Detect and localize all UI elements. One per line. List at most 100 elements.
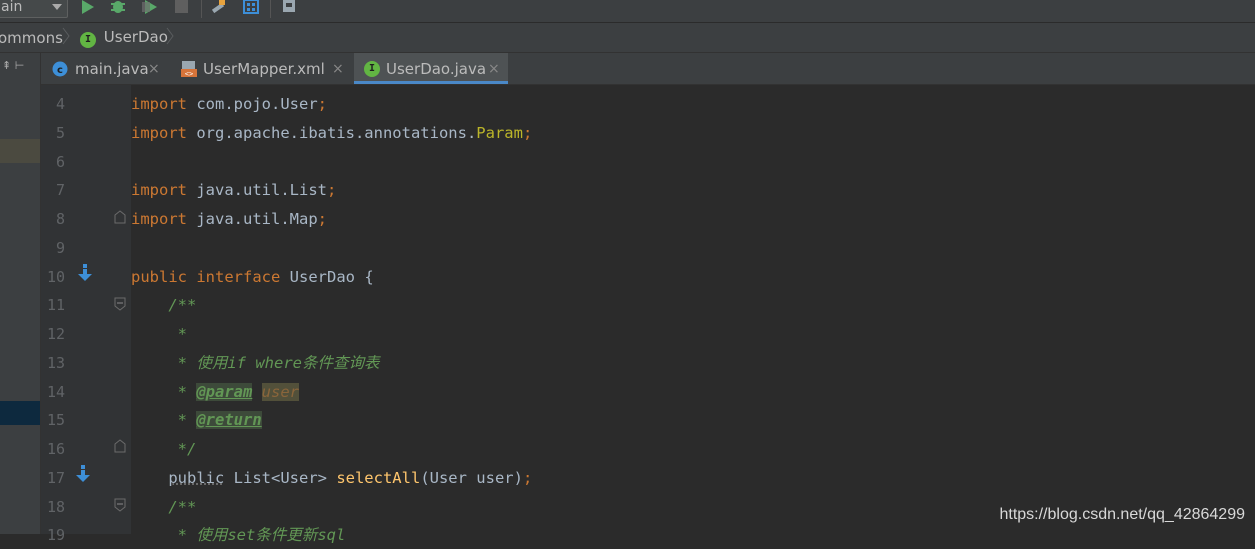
- active-tab-indicator: [354, 81, 508, 84]
- line-number: 10: [46, 268, 65, 286]
- breadcrumb-item-label: UserDao: [103, 28, 168, 46]
- stop-icon[interactable]: [174, 0, 190, 14]
- tab-usermapper-xml[interactable]: <> UserMapper.xml ×: [171, 53, 351, 84]
- code-line-18: /**: [131, 498, 197, 516]
- tab-label: main.java: [75, 60, 149, 78]
- fold-marker-icon[interactable]: [114, 439, 126, 453]
- line-number: 15: [46, 411, 65, 429]
- code-line-12: *: [131, 325, 187, 343]
- breadcrumb-separator-icon: [166, 27, 174, 45]
- implemented-by-icon[interactable]: [75, 465, 91, 483]
- close-icon[interactable]: ×: [332, 61, 344, 77]
- tab-main-java[interactable]: c main.java ×: [41, 53, 167, 84]
- main-toolbar: ain: [0, 0, 1255, 23]
- method-name: selectAll: [336, 469, 421, 487]
- semicolon: ;: [522, 469, 533, 487]
- interface-icon: I: [80, 32, 96, 48]
- close-icon[interactable]: ×: [488, 61, 500, 77]
- tab-label: UserMapper.xml: [203, 60, 325, 78]
- line-number: 9: [55, 239, 65, 257]
- watermark-url: https://blog.csdn.net/qq_42864299: [999, 506, 1245, 523]
- interface-icon: I: [364, 61, 380, 77]
- code-line-16: */: [131, 440, 197, 458]
- project-tool-window: ⇞ ⊢: [0, 53, 41, 534]
- run-icon[interactable]: [80, 0, 96, 14]
- line-number: 7: [55, 181, 65, 199]
- doc-prefix: *: [131, 383, 197, 401]
- method-params: (User user): [420, 469, 523, 487]
- fold-marker-icon[interactable]: [114, 297, 126, 311]
- sdk-icon[interactable]: [281, 0, 297, 14]
- code-line-4: import com.pojo.User;: [131, 90, 327, 118]
- line-number: 19: [46, 526, 65, 544]
- project-tree-highlight-row[interactable]: [0, 401, 40, 425]
- code-line-17: public List<User> selectAll(User user);: [131, 464, 532, 492]
- toolbar-separator: [270, 0, 271, 18]
- chevron-down-icon: [52, 4, 62, 10]
- tab-userdao-java[interactable]: I UserDao.java ×: [354, 53, 508, 84]
- semicolon: ;: [317, 210, 327, 228]
- code-line-5: import org.apache.ibatis.annotations.Par…: [131, 119, 532, 147]
- close-icon[interactable]: ×: [148, 61, 160, 77]
- package-path: com.pojo.User: [187, 95, 318, 113]
- java-class-icon: c: [52, 61, 68, 77]
- line-number: 12: [46, 325, 65, 343]
- code-line-14: * @param user: [131, 378, 299, 406]
- run-configuration-label: ain: [1, 0, 23, 15]
- project-tree-selected-row[interactable]: [0, 139, 40, 163]
- panel-controls[interactable]: ⇞ ⊢: [2, 59, 24, 72]
- code-line-10: public interface UserDao {: [131, 263, 374, 291]
- line-number: 8: [55, 210, 65, 228]
- code-line-19: * 使用set条件更新sql: [131, 526, 346, 544]
- svg-text:<>: <>: [185, 70, 193, 78]
- keyword: import: [131, 95, 187, 113]
- build-icon[interactable]: [211, 0, 227, 14]
- line-number: 5: [55, 124, 65, 142]
- implemented-by-icon[interactable]: [77, 264, 93, 282]
- tab-label: UserDao.java: [386, 60, 487, 78]
- xml-file-icon: <>: [181, 61, 197, 78]
- line-number: 4: [55, 95, 65, 113]
- keyword: import: [131, 181, 187, 199]
- doc-prefix: *: [131, 411, 197, 429]
- line-number: 14: [46, 383, 65, 401]
- fold-marker-icon[interactable]: [114, 498, 126, 512]
- code-line-13: * 使用if where条件查询表: [131, 354, 380, 372]
- coverage-icon[interactable]: [142, 0, 158, 14]
- redundant-modifier[interactable]: public: [168, 469, 224, 487]
- breadcrumb: ommons I UserDao: [0, 23, 1255, 53]
- line-number: 17: [46, 469, 65, 487]
- package-path: java.util.Map: [187, 210, 318, 228]
- keyword: public: [131, 268, 187, 286]
- breadcrumb-item-userdao[interactable]: I UserDao: [80, 28, 168, 48]
- toolbar-separator: [201, 0, 202, 18]
- semicolon: ;: [326, 181, 337, 199]
- package-path: java.util.List: [187, 181, 327, 199]
- code-line-11: /**: [131, 296, 197, 314]
- package-path: org.apache.ibatis.annotations.: [187, 124, 477, 142]
- doc-tag-return: @return: [196, 411, 262, 429]
- breadcrumb-separator-icon: [62, 27, 70, 45]
- doc-space: [252, 383, 261, 401]
- run-configuration-select[interactable]: ain: [0, 0, 68, 18]
- line-number: 13: [46, 354, 65, 372]
- return-type: List<User>: [224, 469, 337, 487]
- debug-icon[interactable]: [110, 0, 126, 14]
- project-structure-icon[interactable]: [243, 0, 259, 14]
- breadcrumb-item-commons[interactable]: ommons: [0, 29, 63, 47]
- line-number: 18: [46, 498, 65, 516]
- doc-param-name: user: [261, 383, 299, 401]
- keyword: import: [131, 210, 187, 228]
- fold-marker-icon[interactable]: [114, 210, 126, 224]
- code-line-7: import java.util.List;: [131, 176, 336, 204]
- keyword: interface: [187, 268, 281, 286]
- code-line-8: import java.util.Map;: [131, 205, 327, 233]
- interface-name: UserDao {: [280, 268, 374, 286]
- code-line-15: * @return: [131, 406, 262, 434]
- editor-tabs: c main.java × <> UserMapper.xml × I User…: [41, 53, 1255, 85]
- line-number: 16: [46, 440, 65, 458]
- annotation-class: Param: [476, 124, 523, 142]
- keyword: import: [131, 124, 187, 142]
- semicolon: ;: [317, 95, 327, 113]
